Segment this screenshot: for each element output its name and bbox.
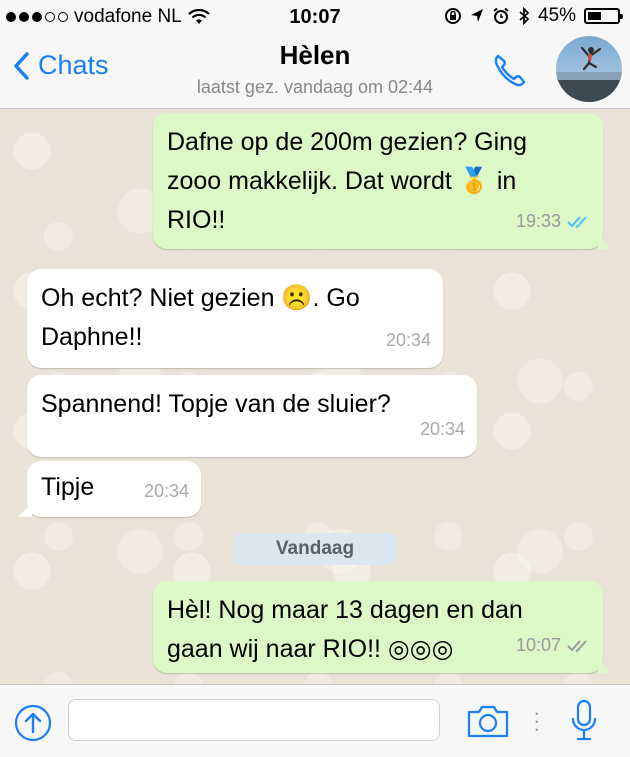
message-line: Oh echt? Niet gezien ☹️. Go <box>41 284 360 312</box>
upload-icon[interactable] <box>14 704 52 742</box>
contact-name: Hèlen <box>279 40 351 70</box>
message-bubble-outgoing[interactable]: Dafne op de 200m gezien? Ging zooo makke… <box>153 113 612 249</box>
back-button[interactable]: Chats <box>12 50 109 81</box>
status-bar: vodafone NL 10:07 45% <box>0 0 630 34</box>
date-separator: Vandaag <box>233 533 397 565</box>
message-line: Spannend! Topje van de sluier? <box>41 390 391 418</box>
message-meta: 10:07 <box>516 626 591 665</box>
battery-icon <box>584 8 623 24</box>
message-time: 20:34 <box>419 419 465 439</box>
message-bubble-outgoing[interactable]: Hèl! Nog maar 13 dagen en dan gaan wij n… <box>153 581 612 673</box>
message-time: 10:07 <box>515 635 561 655</box>
input-bar: · · · <box>0 684 630 757</box>
read-ticks-icon <box>567 215 587 228</box>
message-meta: 20:34 <box>386 321 431 360</box>
last-seen: laatst gez. vandaag om 02:44 <box>196 77 434 97</box>
call-icon[interactable] <box>490 50 530 90</box>
status-right: 45% <box>444 5 623 27</box>
message-line: Daphne!! <box>41 323 143 351</box>
message-input[interactable] <box>68 699 440 741</box>
message-line: Hèl! Nog maar 13 dagen en dan <box>167 596 523 624</box>
bluetooth-icon <box>519 7 530 25</box>
delivered-ticks-icon <box>567 639 587 652</box>
contact-info[interactable]: Hèlen laatst gez. vandaag om 02:44 <box>140 40 490 98</box>
divider-dots: · · · <box>533 700 541 741</box>
microphone-icon[interactable] <box>570 699 598 743</box>
rotation-lock-icon <box>444 8 461 24</box>
camera-icon[interactable] <box>466 703 510 739</box>
location-icon <box>470 9 483 22</box>
message-bubble-incoming[interactable]: Oh echt? Niet gezien ☹️. Go Daphne!! 20:… <box>27 269 443 368</box>
message-meta: 20:34 <box>144 472 189 511</box>
chat-header: Chats Hèlen laatst gez. vandaag om 02:44 <box>0 34 630 109</box>
message-list[interactable]: Dafne op de 200m gezien? Ging zooo makke… <box>0 109 630 684</box>
chevron-left-icon <box>14 51 29 80</box>
message-time: 19:33 <box>515 211 561 231</box>
message-time: 20:34 <box>143 481 189 501</box>
message-time: 20:34 <box>385 330 431 350</box>
message-meta: 19:33 <box>516 202 591 241</box>
battery-percentage: 45% <box>537 5 576 26</box>
message-meta: 20:34 <box>420 410 465 449</box>
alarm-icon <box>493 7 509 24</box>
contact-avatar[interactable] <box>556 36 622 102</box>
message-bubble-incoming[interactable]: Tipje 20:34 <box>18 461 201 517</box>
message-line: zooo makkelijk. Dat wordt 🥇 in <box>167 167 517 195</box>
message-bubble-incoming[interactable]: Spannend! Topje van de sluier? 20:34 <box>27 375 477 457</box>
back-label: Chats <box>38 50 109 80</box>
message-line: Dafne op de 200m gezien? Ging <box>167 128 527 156</box>
